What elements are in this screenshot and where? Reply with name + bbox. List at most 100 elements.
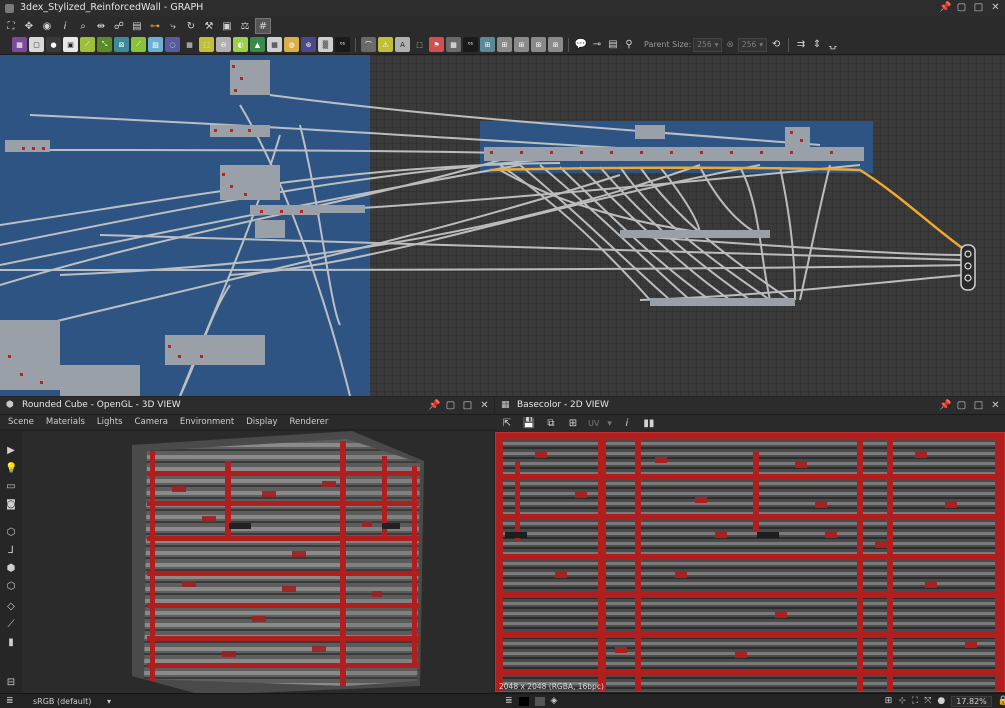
tangent-icon[interactable]: ⟋ (5, 619, 17, 631)
palette-node-26[interactable]: ▦ (446, 37, 461, 52)
layers-icon[interactable]: ≣ (505, 696, 513, 706)
palette-node-25[interactable]: ⚑ (429, 37, 444, 52)
menu-scene[interactable]: Scene (8, 417, 34, 427)
light-icon[interactable]: 💡 (5, 463, 17, 475)
close-icon[interactable]: ✕ (990, 2, 1001, 13)
view2d-pin-icon[interactable]: 📌 (939, 400, 951, 411)
palette-node-24[interactable]: ⬚ (412, 37, 427, 52)
view3d-viewport[interactable] (22, 431, 494, 695)
menu-display[interactable]: Display (246, 417, 277, 427)
palette-node-16[interactable]: ▦ (267, 37, 282, 52)
view3d-close-icon[interactable]: ✕ (479, 400, 490, 411)
gray-swatch[interactable] (534, 696, 545, 706)
link-ratio-icon[interactable]: ⊗ (726, 40, 734, 50)
save-icon[interactable]: 💾 (522, 417, 536, 431)
lock-icon[interactable]: 🔒 (998, 696, 1005, 706)
publish-icon[interactable]: ⍽ (826, 38, 840, 52)
palette-node-20[interactable]: ⁰¹ (335, 37, 350, 52)
grid-icon[interactable]: # (255, 18, 271, 34)
color-space-dropdown[interactable]: sRGB (default) ▾ (33, 697, 111, 707)
channels-icon[interactable]: ⊞ (566, 417, 580, 431)
cube-mesh-icon[interactable]: ⬢ (5, 563, 17, 575)
plane-icon[interactable]: ◇ (5, 601, 17, 613)
palette-node-10[interactable]: ◌ (165, 37, 180, 52)
comment-icon[interactable]: 💬 (574, 38, 588, 52)
graph-canvas[interactable] (0, 55, 1005, 396)
search-icon[interactable]: ⌕ (76, 19, 90, 33)
palette-node-8[interactable]: ⟋ (131, 37, 146, 52)
wire-cube-icon[interactable]: ⬡ (5, 581, 17, 593)
palette-node-1[interactable]: ▦ (12, 37, 27, 52)
view2d-restore-icon[interactable]: ▢ (956, 400, 967, 411)
output-node[interactable] (960, 244, 976, 291)
view2d-close-icon[interactable]: ✕ (990, 400, 1001, 411)
render-icon[interactable]: ◙ (5, 499, 17, 511)
pan-icon[interactable]: ✥ (22, 19, 36, 33)
tile-icon[interactable]: ⊹ (898, 696, 906, 706)
view3d-pin-icon[interactable]: 📌 (428, 400, 440, 411)
palette-node-19[interactable]: ▒ (318, 37, 333, 52)
camera-icon[interactable]: ▶ (5, 445, 17, 457)
capture-icon[interactable]: ▣ (220, 19, 234, 33)
frame-node-icon[interactable]: ▤ (606, 38, 620, 52)
view2d-maximize-icon[interactable]: □ (973, 400, 984, 411)
layout-icon[interactable]: ☍ (112, 19, 126, 33)
connect-icon[interactable]: ⤷ (166, 19, 180, 33)
palette-node-5[interactable]: ⟋ (80, 37, 95, 52)
view3d-maximize-icon[interactable]: □ (462, 400, 473, 411)
split-icon[interactable]: ⇕ (810, 38, 824, 52)
screenshot-icon[interactable]: ◉ (40, 19, 54, 33)
menu-renderer[interactable]: Renderer (290, 417, 329, 427)
histogram-icon[interactable]: ▮▮ (642, 417, 656, 431)
palette-node-30[interactable]: ⊞ (514, 37, 529, 52)
layers-icon[interactable]: ≣ (6, 696, 14, 706)
menu-environment[interactable]: Environment (180, 417, 234, 427)
palette-node-32[interactable]: ⊞ (548, 37, 563, 52)
environment-icon[interactable]: ▭ (5, 481, 17, 493)
fit-icon[interactable]: ⛶ (912, 696, 918, 706)
palette-node-22[interactable]: ⚠ (378, 37, 393, 52)
reset-size-icon[interactable]: ⟲ (769, 38, 783, 52)
palette-node-12[interactable]: ⬚ (199, 37, 214, 52)
palette-node-2[interactable]: ▢ (29, 37, 44, 52)
copy-icon[interactable]: ⧉ (544, 417, 558, 431)
palette-node-4[interactable]: ▣ (63, 37, 78, 52)
link-icon[interactable]: ⊶ (148, 19, 162, 33)
view3d-restore-icon[interactable]: ▢ (445, 400, 456, 411)
axis-icon[interactable]: ⅃ (5, 545, 17, 557)
palette-node-23[interactable]: A (395, 37, 410, 52)
menu-lights[interactable]: Lights (97, 417, 123, 427)
object-mode-icon[interactable]: ⬡ (5, 527, 17, 539)
wrench-icon[interactable]: ⚒ (202, 19, 216, 33)
info-icon[interactable]: i (620, 417, 634, 431)
info-icon[interactable]: i (58, 19, 72, 33)
export-icon[interactable]: ⇱ (500, 417, 514, 431)
uv-toggle[interactable]: UV (588, 419, 599, 428)
compute-icon[interactable]: ⇉ (794, 38, 808, 52)
palette-node-28[interactable]: ⊞ (480, 37, 495, 52)
menu-materials[interactable]: Materials (46, 417, 85, 427)
parent-size-height-dropdown[interactable]: 256 ▾ (737, 37, 768, 52)
palette-node-7[interactable]: ⊠ (114, 37, 129, 52)
palette-node-27[interactable]: ⁰¹ (463, 37, 478, 52)
palette-node-3[interactable]: ● (46, 37, 61, 52)
palette-node-18[interactable]: ⊛ (301, 37, 316, 52)
maximize-icon[interactable]: □ (973, 2, 984, 13)
view2d-viewport[interactable] (495, 432, 1005, 692)
restore-icon[interactable]: ▢ (956, 2, 967, 13)
palette-node-17[interactable]: ◍ (284, 37, 299, 52)
align-icon[interactable]: ⇹ (94, 19, 108, 33)
color-profile-icon[interactable]: ⊟ (5, 677, 17, 689)
palette-node-31[interactable]: ⊞ (531, 37, 546, 52)
refresh-icon[interactable]: ↻ (184, 19, 198, 33)
dot-node-icon[interactable]: ⊸ (590, 38, 604, 52)
palette-node-14[interactable]: ◐ (233, 37, 248, 52)
palette-node-6[interactable]: ⤡ (97, 37, 112, 52)
palette-node-29[interactable]: ⊞ (497, 37, 512, 52)
channel-icon[interactable]: ◈ (551, 696, 558, 706)
frame-all-icon[interactable]: ⛶ (4, 19, 18, 33)
parent-size-width-dropdown[interactable]: 256 ▾ (693, 37, 723, 52)
graph-view-icon[interactable]: ▤ (130, 19, 144, 33)
histogram-icon[interactable]: ▮ (5, 637, 17, 649)
pin-icon[interactable]: 📌 (939, 2, 951, 13)
